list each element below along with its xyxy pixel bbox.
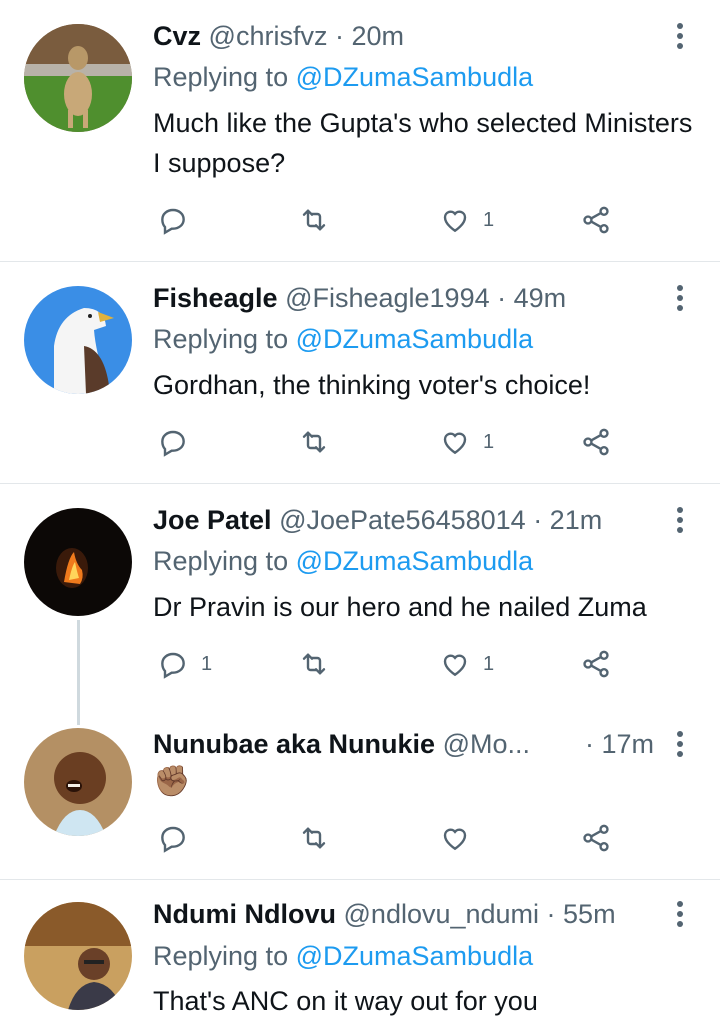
like-icon	[443, 210, 467, 233]
reply-icon	[161, 652, 185, 679]
handle-time[interactable]: @chrisfvz · 20m	[209, 21, 404, 51]
share-button[interactable]	[580, 644, 612, 684]
more-icon[interactable]	[670, 21, 690, 51]
tweet-fisheagle[interactable]: Fisheagle @Fisheagle1994 · 49m Replying …	[0, 262, 720, 482]
share-button[interactable]	[580, 200, 612, 240]
reply-button[interactable]: 1	[157, 644, 212, 684]
share-icon	[583, 428, 609, 456]
retweet-button[interactable]	[298, 422, 330, 462]
timestamp[interactable]: · 17m	[585, 724, 654, 764]
retweet-button[interactable]	[298, 644, 330, 684]
share-button[interactable]	[580, 818, 612, 858]
retweet-icon	[302, 827, 326, 849]
retweet-button[interactable]	[298, 200, 330, 240]
share-icon	[583, 650, 609, 678]
display-name[interactable]: Ndumi Ndlovu	[153, 899, 336, 929]
more-icon[interactable]	[670, 505, 690, 535]
tweet-actions: 1	[150, 422, 630, 462]
avatar[interactable]	[24, 24, 132, 132]
like-button[interactable]: 1	[439, 200, 494, 240]
share-button[interactable]	[580, 422, 612, 462]
retweet-icon	[302, 431, 326, 453]
retweet-button[interactable]	[298, 818, 330, 858]
tweet-text: ✊🏽	[153, 765, 191, 798]
tweet-header: Fisheagle @Fisheagle1994 · 49m	[153, 278, 566, 318]
like-icon	[443, 654, 467, 677]
replying-handle-link[interactable]: @DZumaSambudla	[296, 941, 534, 971]
like-button[interactable]: 1	[439, 422, 494, 462]
retweet-icon	[302, 209, 326, 231]
handle-time[interactable]: @JoePate56458014 · 21m	[279, 505, 602, 535]
tweet-header: Joe Patel @JoePate56458014 · 21m	[153, 500, 602, 540]
display-name[interactable]: Fisheagle	[153, 283, 278, 313]
avatar[interactable]	[24, 728, 132, 836]
avatar[interactable]	[24, 286, 132, 394]
display-name[interactable]: Cvz	[153, 21, 201, 51]
reply-icon	[161, 826, 185, 853]
more-icon[interactable]	[670, 899, 690, 929]
tweet-text: Dr Pravin is our hero and he nailed Zuma	[153, 592, 647, 622]
replying-to: Replying to @DZumaSambudla	[153, 546, 534, 576]
like-button[interactable]: 1	[439, 644, 494, 684]
tweet-actions: 1	[150, 200, 630, 240]
reply-button[interactable]	[157, 818, 201, 858]
handle-time[interactable]: @ndlovu_ndumi · 55m	[344, 899, 616, 929]
replying-handle-link[interactable]: @DZumaSambudla	[296, 546, 534, 576]
reply-button[interactable]	[157, 422, 201, 462]
tweet-text: Gordhan, the thinking voter's choice!	[153, 370, 591, 400]
more-icon[interactable]	[670, 729, 690, 759]
tweet-cvz[interactable]: Cvz @chrisfvz · 20m Replying to @DZumaSa…	[0, 0, 720, 260]
retweet-icon	[302, 653, 326, 675]
replying-handle-link[interactable]: @DZumaSambudla	[296, 62, 534, 92]
like-icon	[443, 432, 467, 455]
display-name[interactable]: Nunubae aka Nunukie	[153, 729, 435, 759]
share-icon	[583, 206, 609, 234]
handle-time[interactable]: @Fisheagle1994 · 49m	[285, 283, 566, 313]
tweet-text: That's ANC on it way out for you	[153, 986, 538, 1016]
tweet-header: Nunubae aka Nunukie @Mo...	[153, 724, 530, 764]
tweet-header: Cvz @chrisfvz · 20m	[153, 16, 404, 56]
more-icon[interactable]	[670, 283, 690, 313]
replying-handle-link[interactable]: @DZumaSambudla	[296, 324, 534, 354]
tweet-header: Ndumi Ndlovu @ndlovu_ndumi · 55m	[153, 894, 616, 934]
reply-icon	[161, 430, 185, 457]
avatar[interactable]	[24, 902, 132, 1010]
replying-to: Replying to @DZumaSambudla	[153, 324, 534, 354]
tweet-joe-patel[interactable]: Joe Patel @JoePate56458014 · 21m Replyin…	[0, 484, 720, 699]
like-icon	[443, 828, 467, 851]
display-name[interactable]: Joe Patel	[153, 505, 272, 535]
tweet-nunubae[interactable]: Nunubae aka Nunukie @Mo... · 17m ✊🏽	[0, 700, 720, 880]
avatar[interactable]	[24, 508, 132, 616]
tweet-ndumi[interactable]: Ndumi Ndlovu @ndlovu_ndumi · 55m Replyin…	[0, 880, 720, 1020]
tweet-actions	[150, 818, 630, 858]
share-icon	[583, 824, 609, 852]
replying-to: Replying to @DZumaSambudla	[153, 941, 534, 971]
tweet-actions: 1 1	[150, 644, 630, 684]
tweet-text: Much like the Gupta's who selected Minis…	[153, 108, 693, 178]
reply-icon	[161, 208, 185, 235]
like-button[interactable]	[439, 818, 483, 858]
replying-to: Replying to @DZumaSambudla	[153, 62, 534, 92]
handle[interactable]: @Mo...	[443, 729, 530, 759]
reply-button[interactable]	[157, 200, 201, 240]
